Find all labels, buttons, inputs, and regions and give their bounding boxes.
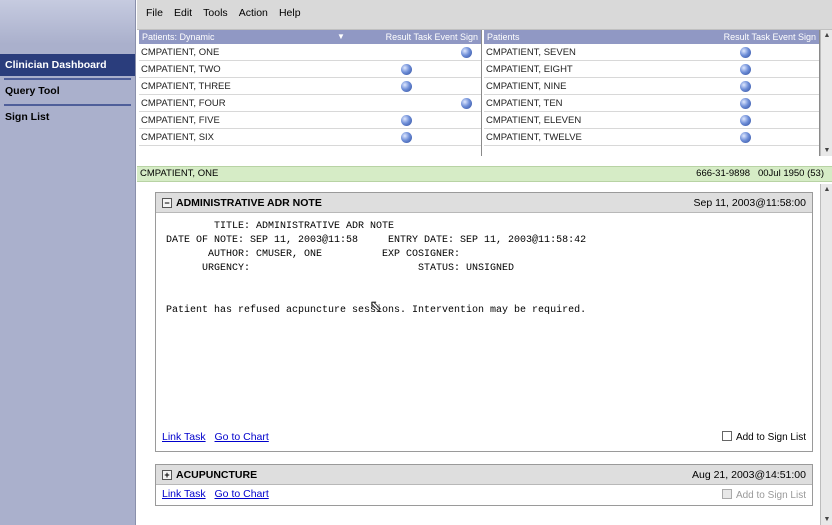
add-to-sign-list-label: Add to Sign List <box>735 432 806 443</box>
note-line: DATE OF NOTE: SEP 11, 2003@11:58 ENTRY D… <box>166 235 587 246</box>
status-orb-icon[interactable] <box>740 115 751 126</box>
sidebar-item-sign-list[interactable]: Sign List <box>0 106 135 128</box>
patient-list-columns: Result Task Event Sign <box>723 32 816 42</box>
note-title: ADMINISTRATIVE ADR NOTE <box>176 197 322 209</box>
patient-list-header: Patients Result Task Event Sign <box>484 30 819 44</box>
patient-name: CMPATIENT, ONE <box>141 47 220 58</box>
status-orb-icon[interactable] <box>740 47 751 58</box>
add-to-sign-list-label: Add to Sign List <box>735 490 806 501</box>
patient-list-title: Patients <box>487 32 520 42</box>
link-task-link[interactable]: Link Task <box>162 488 206 500</box>
sidebar-header <box>0 0 135 44</box>
note-body: TITLE: ADMINISTRATIVE ADR NOTE DATE OF N… <box>156 213 812 319</box>
collapse-icon[interactable]: − <box>162 198 172 208</box>
scroll-down-icon[interactable]: ▼ <box>821 514 832 525</box>
patient-name: CMPATIENT, TWO <box>141 64 221 75</box>
go-to-chart-link[interactable]: Go to Chart <box>215 488 269 500</box>
notes-pane: − ADMINISTRATIVE ADR NOTE Sep 11, 2003@1… <box>147 184 817 525</box>
scroll-up-icon[interactable]: ▲ <box>821 30 832 41</box>
chevron-down-icon[interactable]: ▼ <box>337 30 345 44</box>
patient-name: CMPATIENT, TEN <box>486 98 563 109</box>
status-orb-icon[interactable] <box>461 98 472 109</box>
note-footer: Link Task Go to Chart <box>162 488 275 500</box>
go-to-chart-link[interactable]: Go to Chart <box>215 431 269 443</box>
note-line <box>166 291 802 305</box>
notes-scrollbar[interactable]: ▲ ▼ <box>820 184 832 525</box>
patient-list-main: Patients Result Task Event Sign CMPATIEN… <box>484 30 820 156</box>
patient-row[interactable]: CMPATIENT, SIX <box>139 129 481 146</box>
patient-identifiers: 666-31-9898 00Jul 1950 (53) <box>696 167 824 181</box>
patient-name: CMPATIENT, NINE <box>486 81 567 92</box>
note-footer: Link Task Go to Chart <box>162 431 275 443</box>
menu-tools[interactable]: Tools <box>203 7 228 19</box>
scroll-down-icon[interactable]: ▼ <box>821 145 832 156</box>
checkbox-icon[interactable] <box>721 431 732 441</box>
patient-row[interactable]: CMPATIENT, ONE <box>139 44 481 61</box>
patient-list-scrollbar[interactable]: ▲ ▼ <box>820 30 832 156</box>
patient-name: CMPATIENT, ELEVEN <box>486 115 582 126</box>
patient-list-title: Patients: Dynamic <box>142 32 215 42</box>
note-line <box>166 277 802 291</box>
patient-row[interactable]: CMPATIENT, ELEVEN <box>484 112 819 129</box>
menu-bar: File Edit Tools Action Help <box>137 0 832 30</box>
selected-patient-name: CMPATIENT, ONE <box>140 168 219 179</box>
sidebar: Clinician Dashboard Query Tool Sign List <box>0 0 136 525</box>
status-orb-icon[interactable] <box>401 81 412 92</box>
add-to-sign-list-checkbox: Add to Sign List <box>721 489 806 501</box>
status-orb-icon[interactable] <box>401 132 412 143</box>
patient-dob: 00Jul 1950 (53) <box>757 168 824 179</box>
note-header: − ADMINISTRATIVE ADR NOTE Sep 11, 2003@1… <box>156 193 812 213</box>
patient-row[interactable]: CMPATIENT, TEN <box>484 95 819 112</box>
checkbox-icon <box>721 489 732 499</box>
scroll-up-icon[interactable]: ▲ <box>821 184 832 195</box>
menu-help[interactable]: Help <box>279 7 301 19</box>
menu-edit[interactable]: Edit <box>174 7 192 19</box>
patient-row[interactable]: CMPATIENT, TWO <box>139 61 481 78</box>
note-card: + ACUPUNCTURE Aug 21, 2003@14:51:00 Link… <box>155 464 813 506</box>
patient-row[interactable]: CMPATIENT, SEVEN <box>484 44 819 61</box>
patient-row[interactable]: CMPATIENT, FOUR <box>139 95 481 112</box>
note-datetime: Sep 11, 2003@11:58:00 <box>693 197 806 209</box>
status-orb-icon[interactable] <box>461 47 472 58</box>
link-task-link[interactable]: Link Task <box>162 431 206 443</box>
patient-name: CMPATIENT, TWELVE <box>486 132 582 143</box>
note-datetime: Aug 21, 2003@14:51:00 <box>691 469 806 481</box>
patient-name: CMPATIENT, SEVEN <box>486 47 576 58</box>
status-orb-icon[interactable] <box>740 64 751 75</box>
status-orb-icon[interactable] <box>740 98 751 109</box>
note-line: TITLE: ADMINISTRATIVE ADR NOTE <box>166 221 395 232</box>
note-header: + ACUPUNCTURE Aug 21, 2003@14:51:00 <box>156 465 812 485</box>
patient-row[interactable]: CMPATIENT, FIVE <box>139 112 481 129</box>
note-line: Patient has refused acpuncture sessions.… <box>166 305 587 316</box>
selected-patient-bar: CMPATIENT, ONE 666-31-9898 00Jul 1950 (5… <box>137 166 832 182</box>
sidebar-item-query-tool[interactable]: Query Tool <box>0 80 135 102</box>
patient-list-header[interactable]: Patients: Dynamic ▼ Result Task Event Si… <box>139 30 481 44</box>
status-orb-icon[interactable] <box>401 64 412 75</box>
patient-list-columns: Result Task Event Sign <box>385 32 478 42</box>
patient-name: CMPATIENT, THREE <box>141 81 231 92</box>
patient-row[interactable]: CMPATIENT, NINE <box>484 78 819 95</box>
status-orb-icon[interactable] <box>740 81 751 92</box>
patient-row[interactable]: CMPATIENT, EIGHT <box>484 61 819 78</box>
patient-name: CMPATIENT, FOUR <box>141 98 226 109</box>
patient-name: CMPATIENT, FIVE <box>141 115 220 126</box>
status-orb-icon[interactable] <box>401 115 412 126</box>
note-title: ACUPUNCTURE <box>176 469 258 481</box>
patient-row[interactable]: CMPATIENT, TWELVE <box>484 129 819 146</box>
mouse-cursor-icon: ⇖ <box>369 298 383 315</box>
note-card: − ADMINISTRATIVE ADR NOTE Sep 11, 2003@1… <box>155 192 813 452</box>
patient-list-dynamic: Patients: Dynamic ▼ Result Task Event Si… <box>139 30 482 156</box>
expand-icon[interactable]: + <box>162 470 172 480</box>
patient-ssn: 666-31-9898 <box>696 168 751 179</box>
patient-name: CMPATIENT, EIGHT <box>486 64 573 75</box>
menu-file[interactable]: File <box>146 7 163 19</box>
note-line: AUTHOR: CMUSER, ONE EXP COSIGNER: <box>166 249 461 260</box>
status-orb-icon[interactable] <box>740 132 751 143</box>
patient-row[interactable]: CMPATIENT, THREE <box>139 78 481 95</box>
sidebar-item-clinician-dashboard[interactable]: Clinician Dashboard <box>0 54 135 76</box>
patient-name: CMPATIENT, SIX <box>141 132 215 143</box>
menu-action[interactable]: Action <box>239 7 268 19</box>
add-to-sign-list-checkbox[interactable]: Add to Sign List <box>721 431 806 443</box>
note-line: URGENCY: STATUS: UNSIGNED <box>166 263 515 274</box>
